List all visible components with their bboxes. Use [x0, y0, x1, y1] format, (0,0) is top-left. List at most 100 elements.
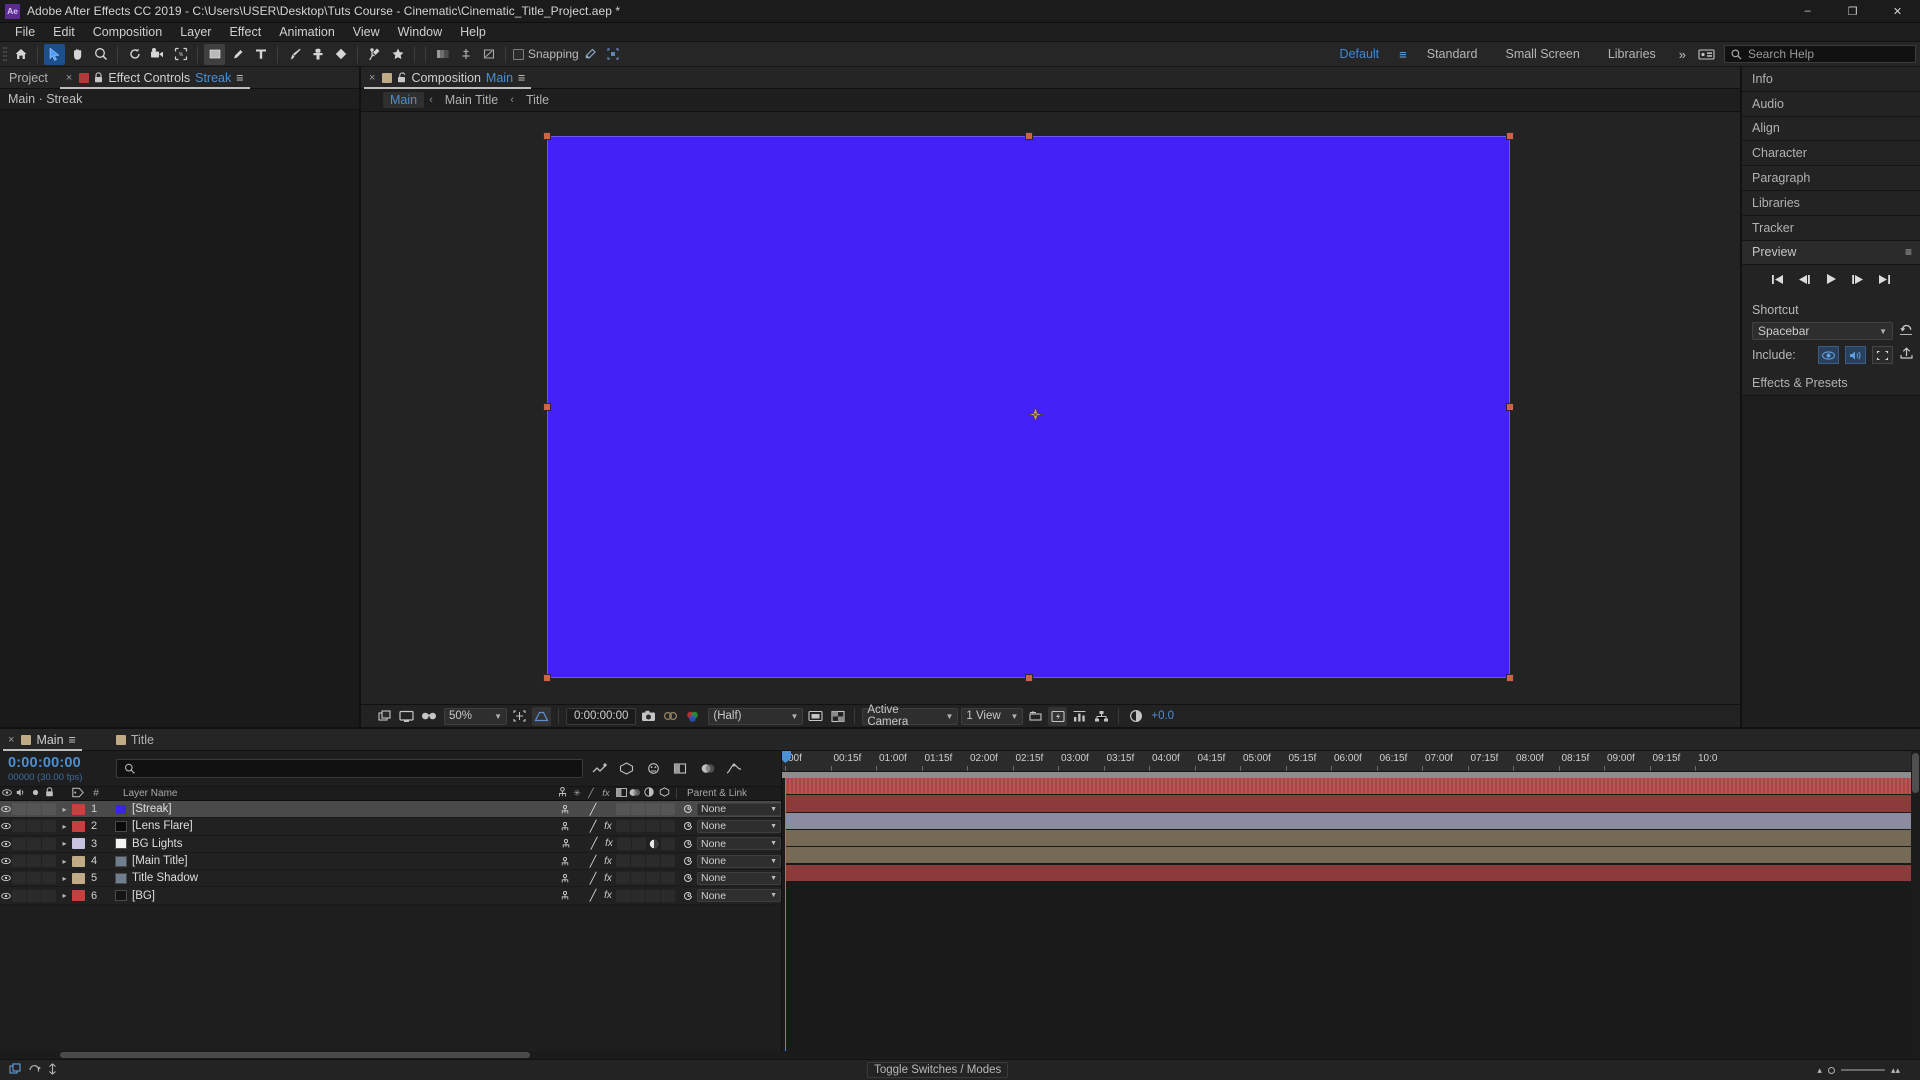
layer-parent-select[interactable]: None ▼ [697, 837, 781, 851]
layer-audio-toggle[interactable] [12, 889, 26, 902]
motion-blur-footer-icon[interactable] [28, 1063, 41, 1078]
layer-solo-toggle[interactable] [27, 820, 41, 833]
previous-frame-button[interactable] [1798, 274, 1811, 288]
layer-audio-toggle[interactable] [12, 837, 26, 850]
layer-lock-toggle[interactable] [42, 820, 56, 833]
exposure-icon[interactable] [1126, 707, 1145, 726]
layer-solo-toggle[interactable] [27, 855, 41, 868]
layer-shy-switch[interactable] [572, 803, 586, 816]
minimize-button[interactable]: – [1785, 0, 1830, 23]
menu-view[interactable]: View [344, 23, 389, 42]
layer-shy-switch[interactable] [572, 889, 586, 902]
hand-tool[interactable] [67, 44, 88, 65]
layer-duration-bar[interactable] [785, 812, 1920, 829]
toggle-switches-modes-button[interactable]: Toggle Switches / Modes [867, 1062, 1009, 1078]
brush-tool[interactable] [284, 44, 305, 65]
search-help-input[interactable]: Search Help [1724, 45, 1916, 63]
show-snapshot-icon[interactable] [661, 707, 680, 726]
parent-pickwhip-icon[interactable] [678, 890, 697, 902]
layer-frameblend-switch[interactable] [616, 889, 630, 902]
layer-lock-toggle[interactable] [42, 889, 56, 902]
timeline-horizontal-scrollbar[interactable] [0, 1051, 1920, 1059]
table-row[interactable]: ▸ 5 Title Shadow ╱ fx None ▼ [0, 870, 781, 888]
layer-frameblend-switch[interactable] [616, 872, 630, 885]
frame-blending-icon[interactable] [669, 758, 691, 780]
pan-behind-tool[interactable]: % [170, 44, 191, 65]
layer-audio-toggle[interactable] [12, 872, 26, 885]
include-overlays-icon[interactable] [1872, 346, 1893, 365]
menu-composition[interactable]: Composition [84, 23, 171, 42]
layer-motionblur-switch[interactable] [631, 820, 645, 833]
breadcrumb-item-main-title[interactable]: Main Title [438, 92, 506, 108]
mask-icon[interactable] [478, 44, 499, 65]
type-tool[interactable] [250, 44, 271, 65]
selection-handle-tc[interactable] [1024, 132, 1033, 140]
layer-frameblend-switch[interactable] [617, 837, 631, 850]
toggle-alpha-icon[interactable] [828, 707, 847, 726]
layer-rasterize-switch[interactable]: ╱ [586, 889, 600, 902]
comp-panel-menu-icon[interactable]: ≡ [518, 71, 525, 85]
parent-pickwhip-icon[interactable] [678, 855, 697, 867]
selection-handle-bc[interactable] [1024, 674, 1033, 682]
layer-frameblend-switch[interactable] [616, 855, 630, 868]
layer-lock-toggle[interactable] [42, 837, 56, 850]
layer-rasterize-switch[interactable]: ╱ [586, 872, 600, 885]
rotation-tool[interactable] [124, 44, 145, 65]
menu-help[interactable]: Help [451, 23, 495, 42]
menu-effect[interactable]: Effect [220, 23, 270, 42]
region-of-interest-icon[interactable] [510, 707, 529, 726]
selection-handle-br[interactable] [1506, 674, 1514, 682]
layer-lock-toggle[interactable] [42, 855, 56, 868]
layer-frameblend-switch[interactable] [616, 803, 630, 816]
layer-label-color[interactable] [72, 838, 85, 850]
menu-edit[interactable]: Edit [44, 23, 84, 42]
snapping-checkbox[interactable] [513, 48, 524, 60]
close-button[interactable]: ✕ [1875, 0, 1920, 23]
camera-view-select[interactable]: Active Camera ▼ [862, 704, 959, 728]
layer-label-color[interactable] [72, 872, 85, 884]
layer-expand-arrow[interactable]: ▸ [57, 891, 72, 900]
fast-previews-icon[interactable] [1048, 706, 1068, 726]
layer-label-color[interactable] [72, 820, 85, 832]
layer-audio-toggle[interactable] [12, 803, 26, 816]
timeline-vertical-scrollbar[interactable] [1911, 751, 1920, 1051]
layer-rasterize-switch[interactable]: ╱ [586, 803, 600, 816]
layer-shy-switch[interactable] [572, 820, 586, 833]
layer-parent-select[interactable]: None ▼ [697, 819, 781, 833]
motion-blur-icon[interactable] [696, 758, 718, 780]
zoom-slider-thumb[interactable] [1827, 1066, 1835, 1074]
timeline-panel-menu-icon[interactable]: ≡ [69, 733, 76, 747]
parent-pickwhip-icon[interactable] [678, 838, 697, 850]
main-viewer-icon[interactable] [397, 707, 416, 726]
tab-timeline-title[interactable]: Title [107, 729, 163, 751]
snapping-frame-icon[interactable] [603, 44, 624, 65]
panel-info[interactable]: Info [1742, 67, 1920, 92]
comp-flowchart-icon[interactable] [1092, 707, 1111, 726]
clone-stamp-tool[interactable] [307, 44, 328, 65]
parent-pickwhip-icon[interactable] [678, 872, 697, 884]
layer-duration-bar[interactable] [785, 847, 1920, 864]
layer-3d-switch[interactable] [661, 872, 675, 885]
layer-visibility-toggle[interactable] [0, 840, 12, 848]
menu-animation[interactable]: Animation [270, 23, 344, 42]
breadcrumb-item-main[interactable]: Main [383, 92, 425, 108]
zoom-slider-track[interactable] [1840, 1069, 1885, 1071]
3d-glasses-icon[interactable] [419, 707, 438, 726]
layer-name[interactable]: [BG] [132, 890, 155, 902]
comp-timecode[interactable]: 0:00:00:00 [566, 707, 637, 725]
menu-window[interactable]: Window [389, 23, 451, 42]
layer-label-color[interactable] [72, 890, 85, 902]
exposure-value[interactable]: +0.0 [1148, 710, 1177, 722]
track-row[interactable] [782, 864, 1920, 882]
layer-lock-toggle[interactable] [42, 872, 56, 885]
panel-paragraph[interactable]: Paragraph [1742, 166, 1920, 191]
layer-shy-switch[interactable] [572, 855, 586, 868]
timeline-reference-icon[interactable] [1070, 707, 1089, 726]
graph-editor-footer-icon[interactable] [47, 1062, 58, 1078]
last-frame-button[interactable] [1878, 274, 1891, 288]
layer-visibility-toggle[interactable] [0, 857, 12, 865]
panel-preview-header[interactable]: Preview ≡ [1742, 240, 1920, 266]
layer-parent-switch[interactable] [558, 820, 572, 833]
layer-rasterize-switch[interactable]: ╱ [587, 837, 601, 850]
workspace-tab-default[interactable]: Default [1326, 42, 1394, 67]
